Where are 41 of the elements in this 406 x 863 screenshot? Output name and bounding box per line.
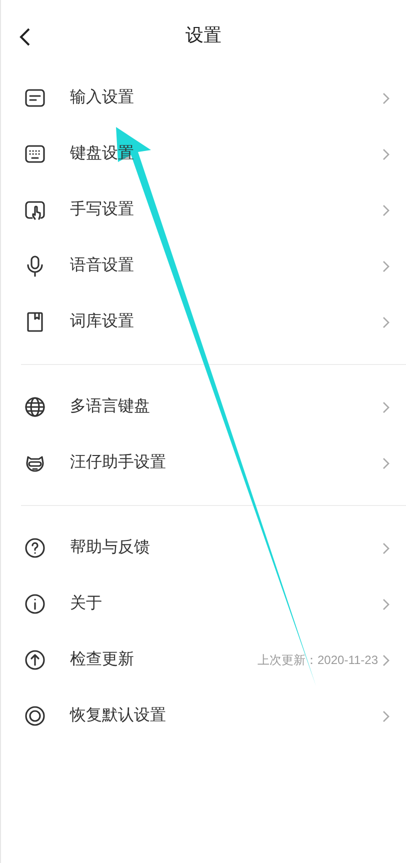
item-label: 检查更新 [70, 650, 135, 670]
help-icon [23, 536, 47, 560]
chevron-icon [382, 598, 390, 610]
item-label: 手写设置 [70, 200, 135, 220]
globe-icon [23, 395, 47, 419]
chevron-icon [382, 710, 390, 722]
item-label: 多语言键盘 [70, 396, 151, 417]
settings-item[interactable]: 输入设置 [1, 70, 406, 126]
target-circle-icon [23, 704, 47, 728]
item-label: 恢复默认设置 [70, 706, 167, 726]
settings-item[interactable]: 多语言键盘 [1, 379, 406, 435]
chevron-icon [382, 400, 390, 414]
chevron-icon [382, 456, 390, 470]
chevron-icon [382, 316, 390, 328]
hand-tap-icon [23, 198, 47, 222]
item-label: 关于 [70, 594, 103, 614]
chevron-icon [382, 654, 390, 666]
settings-item[interactable]: 检查更新 上次更新：2020-11-23 [1, 632, 406, 688]
last-update-text: 上次更新：2020-11-23 [258, 652, 378, 669]
settings-item[interactable]: 词库设置 [1, 294, 406, 350]
chevron-icon [382, 204, 390, 216]
item-label: 语音设置 [70, 256, 135, 276]
settings-item[interactable]: 手写设置 [1, 182, 406, 238]
item-label: 词库设置 [70, 312, 135, 332]
settings-item[interactable]: 恢复默认设置 [1, 688, 406, 744]
settings-item[interactable]: 语音设置 [1, 238, 406, 294]
info-icon [23, 592, 47, 616]
chevron-icon [382, 148, 390, 160]
chevron-icon [382, 260, 390, 272]
settings-item[interactable]: 关于 [1, 576, 406, 632]
item-label: 帮助与反馈 [70, 538, 151, 558]
settings-item[interactable]: 汪仔助手设置 [1, 435, 406, 491]
text-box-icon [23, 86, 47, 110]
item-label: 汪仔助手设置 [70, 452, 167, 473]
item-label: 输入设置 [70, 88, 135, 108]
keyboard-icon [23, 142, 47, 166]
chevron-icon [382, 542, 390, 554]
back-icon [18, 26, 32, 48]
page-title: 设置 [186, 24, 222, 46]
chevron-icon [382, 92, 390, 104]
settings-item[interactable]: 帮助与反馈 [1, 520, 406, 576]
